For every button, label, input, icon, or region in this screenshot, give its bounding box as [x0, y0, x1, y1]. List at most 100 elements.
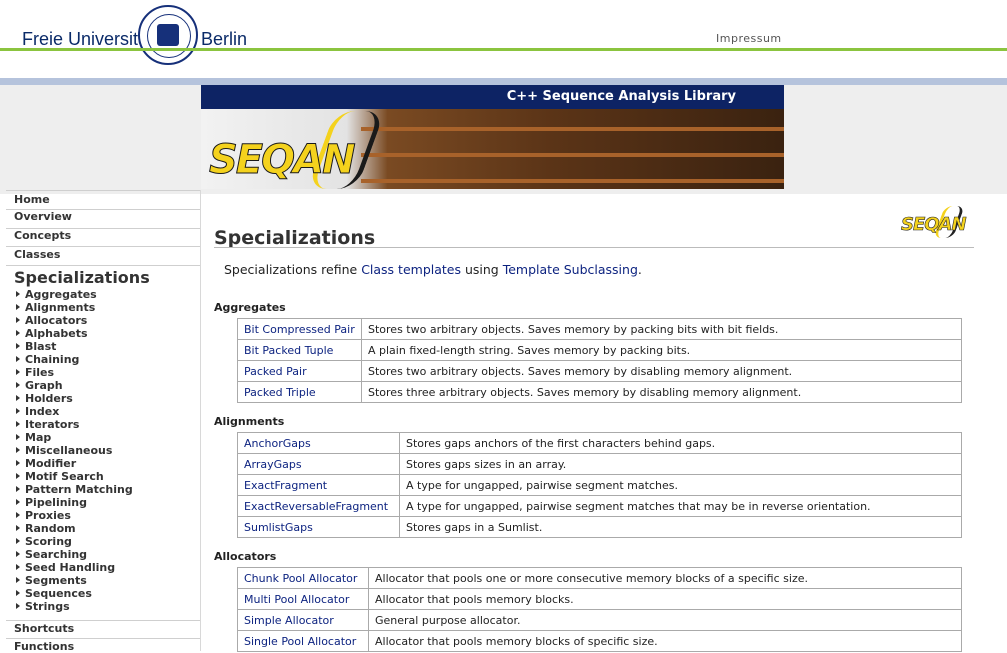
subnav-item[interactable]: Graph — [16, 379, 133, 392]
title-rule — [214, 247, 974, 248]
triangle-right-icon — [16, 421, 20, 427]
university-brand[interactable]: Freie Universität Berlin — [22, 29, 247, 50]
brand-right-text: Berlin — [201, 29, 248, 49]
triangle-right-icon — [16, 369, 20, 375]
spec-link[interactable]: Bit Compressed Pair — [244, 323, 355, 336]
triangle-right-icon — [16, 382, 20, 388]
spec-desc: Stores two arbitrary objects. Saves memo… — [361, 318, 962, 340]
subnav-item[interactable]: Iterators — [16, 418, 133, 431]
table-row: Bit Compressed Pair Stores two arbitrary … — [237, 318, 962, 340]
triangle-right-icon — [16, 538, 20, 544]
spec-link[interactable]: Multi Pool Allocator — [244, 593, 349, 606]
subnav-item[interactable]: Index — [16, 405, 133, 418]
section-heading-allocators: Allocators — [214, 550, 277, 563]
triangle-right-icon — [16, 486, 20, 492]
sidebar-nav: Home Overview Concepts Classes Specializ… — [0, 190, 201, 653]
nav-overview[interactable]: Overview — [14, 210, 72, 223]
aggregates-table: Bit Compressed Pair Stores two arbitrary … — [237, 318, 962, 403]
spec-desc: A plain fixed-length string. Saves memor… — [361, 339, 962, 361]
table-row: Simple Allocator General purpose allocato… — [237, 609, 962, 631]
spec-link[interactable]: Packed Triple — [244, 386, 316, 399]
subnav-item[interactable]: Scoring — [16, 535, 133, 548]
spec-desc: General purpose allocator. — [368, 609, 962, 631]
spec-desc: Stores gaps in a Sumlist. — [399, 516, 962, 538]
triangle-right-icon — [16, 460, 20, 466]
spec-link[interactable]: SumlistGaps — [244, 521, 313, 534]
subnav-item[interactable]: Allocators — [16, 314, 133, 327]
table-row: ExactFragment A type for ungapped, pairwi… — [237, 474, 962, 496]
triangle-right-icon — [16, 590, 20, 596]
spec-link[interactable]: Single Pool Allocator — [244, 635, 356, 648]
spec-link[interactable]: ExactFragment — [244, 479, 327, 492]
spec-link[interactable]: Bit Packed Tuple — [244, 344, 333, 357]
intro-text: Specializations refine Class templates u… — [224, 262, 642, 277]
subnav-item[interactable]: Random — [16, 522, 133, 535]
spec-link[interactable]: Chunk Pool Allocator — [244, 572, 357, 585]
table-row: Packed Triple Stores three arbitrary obje… — [237, 381, 962, 403]
triangle-right-icon — [16, 551, 20, 557]
subnav-item[interactable]: Sequences — [16, 587, 133, 600]
subnav-item[interactable]: Holders — [16, 392, 133, 405]
spec-link[interactable]: ExactReversableFragment — [244, 500, 388, 513]
spec-link[interactable]: ArrayGaps — [244, 458, 302, 471]
triangle-right-icon — [16, 564, 20, 570]
page-title: Specializations — [214, 227, 376, 249]
subnav-item[interactable]: Map — [16, 431, 133, 444]
subnav-item[interactable]: Strings — [16, 600, 133, 613]
subnav-item[interactable]: Chaining — [16, 353, 133, 366]
subnav-item[interactable]: Aggregates — [16, 288, 133, 301]
triangle-right-icon — [16, 395, 20, 401]
impressum-link[interactable]: Impressum — [716, 32, 782, 45]
subnav-item[interactable]: Searching — [16, 548, 133, 561]
triangle-right-icon — [16, 291, 20, 297]
subnav-item[interactable]: Miscellaneous — [16, 444, 133, 457]
spec-desc: Stores three arbitrary objects. Saves me… — [361, 381, 962, 403]
nav-classes[interactable]: Classes — [14, 248, 60, 261]
main-content: SEQAN Specializations Specializations re… — [201, 190, 1007, 652]
seqan-banner: C++ Sequence Analysis Library SEQAN — [201, 85, 784, 189]
spec-desc: Stores gaps sizes in an array. — [399, 453, 962, 475]
spec-desc: A type for ungapped, pairwise segment ma… — [399, 495, 962, 517]
spec-desc: Stores two arbitrary objects. Saves memo… — [361, 360, 962, 382]
alignments-table: AnchorGaps Stores gaps anchors of the fir… — [237, 432, 962, 538]
triangle-right-icon — [16, 304, 20, 310]
header-green-rule — [0, 48, 1007, 51]
table-row: Packed Pair Stores two arbitrary objects.… — [237, 360, 962, 382]
triangle-right-icon — [16, 447, 20, 453]
class-templates-link[interactable]: Class templates — [361, 262, 461, 277]
banner-title: C++ Sequence Analysis Library — [201, 85, 784, 109]
subnav-item[interactable]: Blast — [16, 340, 133, 353]
nav-specializations[interactable]: Specializations — [14, 268, 150, 287]
subnav-item[interactable]: Proxies — [16, 509, 133, 522]
spec-link[interactable]: Simple Allocator — [244, 614, 334, 627]
subnav-item[interactable]: Modifier — [16, 457, 133, 470]
table-row: Single Pool Allocator Allocator that pool… — [237, 630, 962, 652]
subnav-item[interactable]: Alphabets — [16, 327, 133, 340]
spec-link[interactable]: AnchorGaps — [244, 437, 311, 450]
triangle-right-icon — [16, 343, 20, 349]
subnav-item[interactable]: Pipelining — [16, 496, 133, 509]
subnav-item[interactable]: Segments — [16, 574, 133, 587]
template-subclassing-link[interactable]: Template Subclassing — [503, 262, 638, 277]
subnav-item[interactable]: Seed Handling — [16, 561, 133, 574]
nav-shortcuts[interactable]: Shortcuts — [14, 622, 74, 635]
header-blue-band — [0, 78, 1007, 85]
site-header: Freie Universität Berlin Impressum — [0, 0, 1007, 80]
nav-home[interactable]: Home — [14, 193, 50, 206]
subnav-item[interactable]: Motif Search — [16, 470, 133, 483]
brand-left-text: Freie Universität — [22, 29, 154, 49]
nav-functions[interactable]: Functions — [14, 640, 74, 653]
subnav-item[interactable]: Alignments — [16, 301, 133, 314]
table-row: ExactReversableFragment A type for ungapp… — [237, 495, 962, 517]
subnav-item[interactable]: Pattern Matching — [16, 483, 133, 496]
nav-concepts[interactable]: Concepts — [14, 229, 71, 242]
table-row: ArrayGaps Stores gaps sizes in an array. — [237, 453, 962, 475]
table-row: AnchorGaps Stores gaps anchors of the fir… — [237, 432, 962, 454]
subnav-item[interactable]: Files — [16, 366, 133, 379]
library-bookshelf-image: SEQAN — [201, 109, 784, 189]
triangle-right-icon — [16, 408, 20, 414]
triangle-right-icon — [16, 603, 20, 609]
triangle-right-icon — [16, 473, 20, 479]
specialization-subnav: Aggregates Alignments Allocators Alphabe… — [16, 288, 133, 613]
spec-link[interactable]: Packed Pair — [244, 365, 307, 378]
